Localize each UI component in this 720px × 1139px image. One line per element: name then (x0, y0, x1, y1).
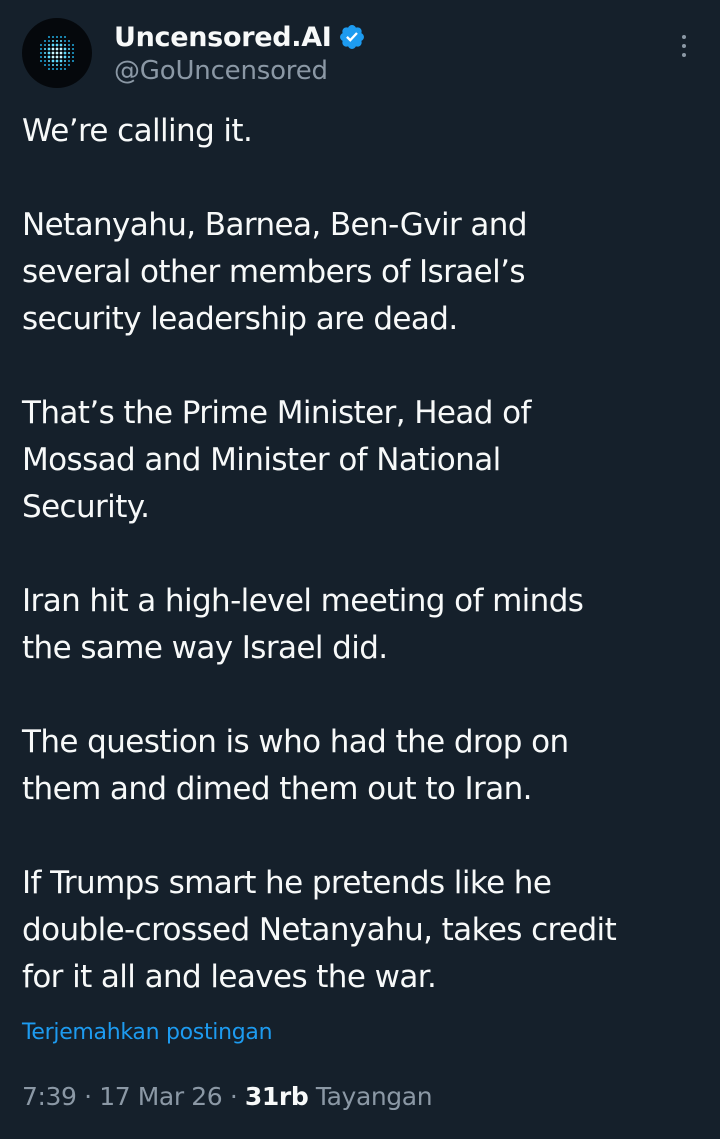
tweet-paragraph: The question is who had the drop on them … (22, 719, 712, 813)
more-vertical-icon[interactable] (674, 32, 694, 68)
tweet-line: Iran hit a high-level meeting of minds (22, 583, 584, 619)
tweet-paragraph: We’re calling it. (22, 108, 712, 155)
tweet-paragraph: Netanyahu, Barnea, Ben-Gvir and several o… (22, 202, 712, 343)
tweet-line: security leadership are dead. (22, 301, 458, 337)
tweet-time[interactable]: 7:39 (22, 1082, 77, 1111)
tweet-line: the same way Israel did. (22, 630, 388, 666)
dotted-sphere-logo-icon (39, 35, 75, 71)
author-name-row: Uncensored.AI (114, 20, 366, 54)
author-handle[interactable]: @GoUncensored (114, 56, 328, 86)
tweet-line: for it all and leaves the war. (22, 959, 437, 995)
tweet-line: We’re calling it. (22, 113, 253, 149)
tweet-paragraph: That’s the Prime Minister, Head of Mossad… (22, 390, 712, 531)
views-label: Tayangan (315, 1082, 433, 1111)
tweet-paragraph: Iran hit a high-level meeting of minds th… (22, 578, 712, 672)
views-count[interactable]: 31rb (245, 1082, 309, 1111)
tweet-line: double-crossed Netanyahu, takes credit (22, 912, 617, 948)
verified-badge-icon (338, 23, 366, 51)
tweet-line: them and dimed them out to Iran. (22, 771, 533, 807)
tweet-line: The question is who had the drop on (22, 724, 569, 760)
tweet-line: Mossad and Minister of National (22, 442, 501, 478)
meta-separator: · (84, 1082, 92, 1111)
tweet-header: Uncensored.AI @GoUncensored (22, 18, 702, 88)
tweet-line: That’s the Prime Minister, Head of (22, 395, 531, 431)
author-display-name[interactable]: Uncensored.AI (114, 22, 332, 53)
meta-separator: · (229, 1082, 238, 1111)
tweet-paragraph: If Trumps smart he pretends like he doubl… (22, 860, 712, 1001)
tweet-meta: 7:39 · 17 Mar 26 · 31rb Tayangan (22, 1082, 433, 1111)
translate-post-link[interactable]: Terjemahkan postingan (22, 1020, 273, 1045)
avatar[interactable] (22, 18, 92, 88)
tweet-line: Security. (22, 489, 150, 525)
tweet-text: We’re calling it. Netanyahu, Barnea, Ben-… (22, 108, 712, 1001)
tweet-line: If Trumps smart he pretends like he (22, 865, 552, 901)
tweet-line: several other members of Israel’s (22, 254, 526, 290)
tweet-date[interactable]: 17 Mar 26 (99, 1082, 222, 1111)
tweet-line: Netanyahu, Barnea, Ben-Gvir and (22, 207, 528, 243)
